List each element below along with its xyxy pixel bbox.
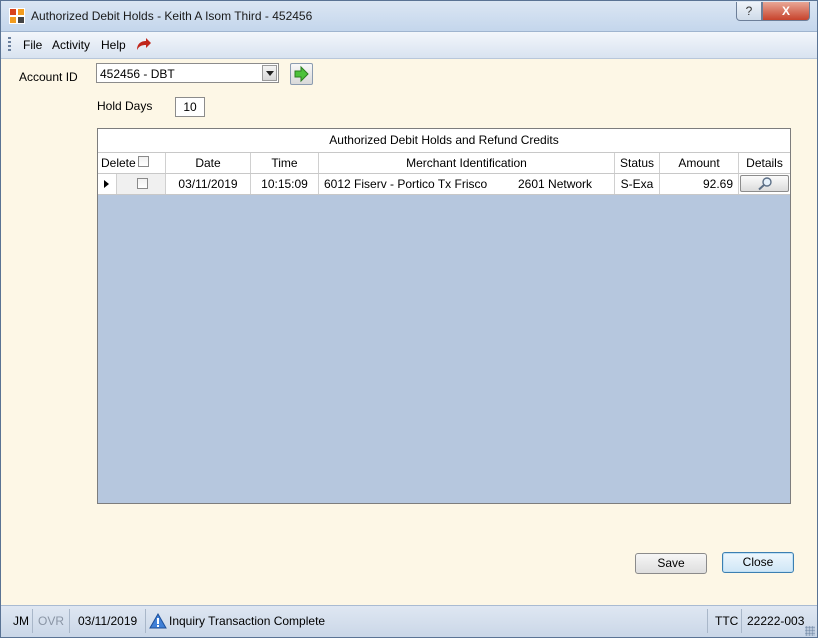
authorized-debit-holds-window: Authorized Debit Holds - Keith A Isom Th…: [0, 0, 818, 638]
window-close-button[interactable]: X: [762, 2, 810, 21]
status-bar: JM OVR 03/11/2019 Inquiry Transaction Co…: [1, 605, 817, 637]
select-all-checkbox[interactable]: [138, 156, 149, 167]
table-row[interactable]: 03/11/2019 10:15:09 6012 Fiserv - Portic…: [98, 174, 790, 195]
close-button[interactable]: Close: [722, 552, 794, 573]
grid-title: Authorized Debit Holds and Refund Credit…: [98, 129, 790, 153]
magnifier-icon: [758, 177, 772, 191]
column-header-delete: Delete: [98, 153, 166, 173]
column-header-details[interactable]: Details: [739, 153, 790, 173]
delete-checkbox[interactable]: [137, 178, 148, 189]
row-selector[interactable]: [98, 174, 117, 194]
hold-days-label: Hold Days: [97, 99, 153, 113]
status-date: 03/11/2019: [78, 614, 138, 628]
column-header-status[interactable]: Status: [615, 153, 660, 173]
hold-days-field[interactable]: 10: [175, 97, 205, 117]
column-header-delete-label: Delete: [101, 156, 136, 170]
status-code-ttc: TTC: [715, 614, 739, 628]
status-divider: [741, 609, 742, 633]
window-title: Authorized Debit Holds - Keith A Isom Th…: [31, 9, 313, 23]
save-button[interactable]: Save: [635, 553, 707, 574]
go-button[interactable]: [290, 63, 313, 85]
status-divider: [69, 609, 70, 633]
cell-amount[interactable]: 92.69: [660, 174, 739, 194]
status-divider: [707, 609, 708, 633]
menu-activity[interactable]: Activity: [52, 38, 90, 52]
app-logo-icon: [9, 8, 25, 24]
title-bar: Authorized Debit Holds - Keith A Isom Th…: [1, 1, 817, 32]
toolbar-grip-icon[interactable]: [8, 37, 11, 52]
account-id-label: Account ID: [19, 70, 78, 84]
grid-header-row: Delete Date Time Merchant Identification…: [98, 153, 790, 174]
holds-grid: Authorized Debit Holds and Refund Credit…: [97, 128, 791, 504]
delete-cell: [117, 174, 166, 194]
cell-time[interactable]: 10:15:09: [251, 174, 319, 194]
column-header-date[interactable]: Date: [166, 153, 251, 173]
menu-file[interactable]: File: [23, 38, 42, 52]
account-id-value: 452456 - DBT: [100, 67, 175, 81]
details-button[interactable]: [740, 175, 789, 192]
resize-grip-icon[interactable]: [805, 626, 815, 636]
menu-help[interactable]: Help: [101, 38, 126, 52]
help-button[interactable]: ?: [736, 2, 762, 21]
column-header-merchant[interactable]: Merchant Identification: [319, 153, 615, 173]
merchant-network: 2601 Network: [518, 177, 593, 191]
status-message: Inquiry Transaction Complete: [169, 614, 326, 628]
arrow-right-icon: [294, 65, 309, 83]
cell-status[interactable]: S-Exa: [615, 174, 660, 194]
chevron-down-icon[interactable]: [262, 65, 277, 81]
status-divider: [32, 609, 33, 633]
status-user: JM: [13, 614, 29, 628]
column-header-amount[interactable]: Amount: [660, 153, 739, 173]
cell-date[interactable]: 03/11/2019: [166, 174, 251, 194]
status-divider: [145, 609, 146, 633]
warning-icon: [149, 613, 167, 629]
status-mode: OVR: [38, 614, 65, 628]
status-code: 22222-003: [747, 614, 805, 628]
redo-arrow-icon[interactable]: [134, 35, 152, 53]
cell-merchant[interactable]: 6012 Fiserv - Portico Tx Frisco 2601 Net…: [319, 174, 615, 194]
account-id-select[interactable]: 452456 - DBT: [96, 63, 279, 83]
menu-bar: File Activity Help: [1, 32, 817, 59]
column-header-time[interactable]: Time: [251, 153, 319, 173]
merchant-name: 6012 Fiserv - Portico Tx Frisco: [324, 177, 488, 191]
row-pointer-icon: [104, 180, 109, 188]
